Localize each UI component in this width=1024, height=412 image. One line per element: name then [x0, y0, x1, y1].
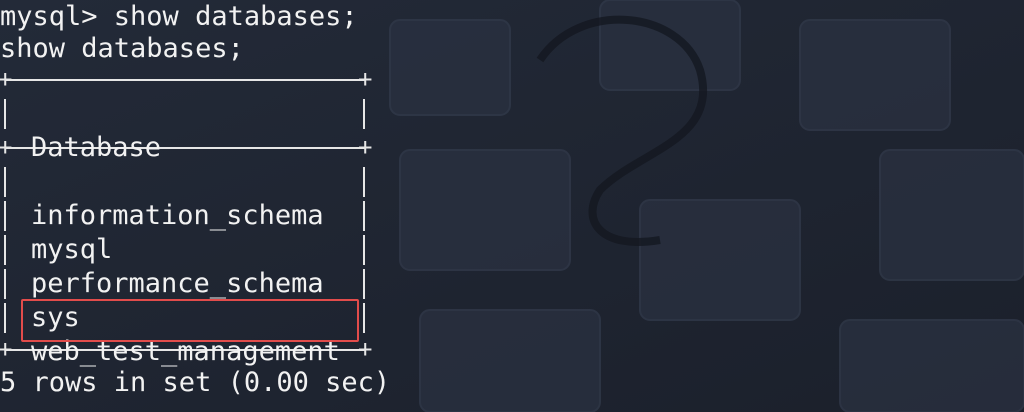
terminal-output: mysql> show databases; show databases; +…: [0, 1, 391, 398]
table-row: mysql: [0, 199, 360, 265]
table-row: sys: [0, 267, 360, 333]
column-header-database: Database: [31, 132, 162, 163]
prompt-command-line: mysql> show databases;: [0, 1, 358, 32]
echo-command-line: show databases;: [0, 33, 244, 64]
table-row: performance_schema: [0, 233, 360, 299]
highlight-annotation-box: [21, 299, 359, 342]
query-result-summary: 5 rows in set (0.00 sec): [0, 367, 391, 398]
table-row: information_schema: [0, 165, 360, 231]
table-header: Database: [0, 97, 360, 163]
